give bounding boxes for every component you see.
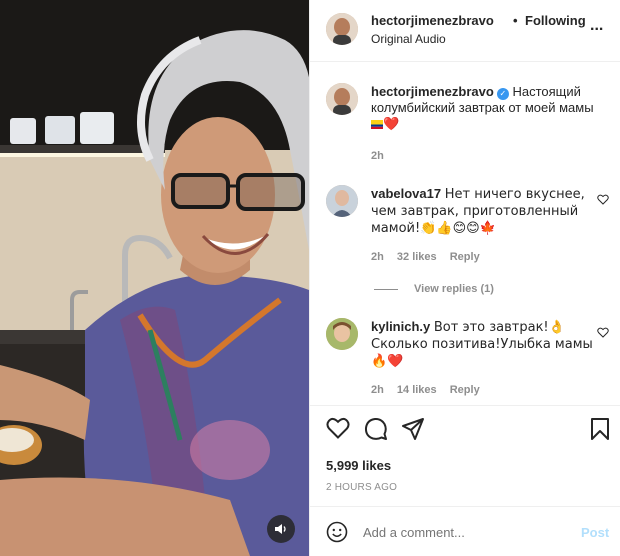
comment-likes-count[interactable]: 32 likes — [397, 251, 437, 263]
reply-button[interactable]: Reply — [450, 384, 480, 396]
commenter-avatar[interactable] — [326, 318, 358, 350]
likes-count[interactable]: 5,999 likes — [326, 458, 391, 473]
comment-username[interactable]: kylinich.y — [371, 319, 430, 334]
comment-like-heart-icon[interactable] — [597, 194, 609, 205]
view-replies-button[interactable]: View replies (1) — [374, 283, 494, 295]
comment-text-block: kylinich.y Вот это завтрак!👌 Сколько поз… — [371, 319, 611, 370]
author-photo — [326, 13, 358, 45]
audio-link[interactable]: Original Audio — [371, 32, 446, 46]
comments-list[interactable]: hectorjimenezbravo ✓ Настоящий колумбийск… — [310, 63, 620, 405]
separator-dot: • — [513, 13, 518, 28]
post-timestamp: 2 HOURS AGO — [326, 482, 398, 493]
view-replies-label: View replies (1) — [414, 283, 494, 295]
add-comment-bar: Post — [310, 506, 620, 556]
comment-like-heart-icon[interactable] — [597, 327, 609, 338]
caption-time: 2h — [371, 150, 384, 162]
comment-text-block: vabelova17 Нет ничего вкуснее, чем завтр… — [371, 186, 611, 237]
colombia-flag-icon — [371, 120, 383, 129]
post-header: hectorjimenezbravo • Following Original … — [310, 0, 620, 62]
reply-button[interactable]: Reply — [450, 251, 480, 263]
commenter-avatar[interactable] — [326, 185, 358, 217]
verified-badge-icon: ✓ — [496, 88, 509, 100]
emoji-smiley-icon[interactable] — [326, 521, 348, 543]
comment-meta: 2h 32 likes Reply — [371, 251, 490, 263]
comment-username[interactable]: vabelova17 — [371, 186, 441, 201]
comment-bubble-icon[interactable] — [364, 417, 388, 441]
speaker-icon — [275, 524, 286, 534]
comment-time: 2h — [371, 384, 384, 396]
video-frame — [0, 0, 309, 556]
post-video[interactable] — [0, 0, 309, 556]
author-avatar[interactable] — [326, 13, 358, 45]
more-options-button[interactable]: ... — [590, 17, 603, 35]
post-side-panel: hectorjimenezbravo • Following Original … — [309, 0, 620, 556]
following-button[interactable]: Following — [525, 13, 586, 28]
author-username[interactable]: hectorjimenezbravo — [371, 13, 494, 28]
comment-meta: 2h 14 likes Reply — [371, 384, 490, 396]
replies-divider — [374, 288, 398, 290]
audio-toggle-button[interactable] — [267, 515, 295, 543]
caption-author-avatar[interactable] — [326, 83, 358, 115]
caption-text-block: hectorjimenezbravo ✓ Настоящий колумбийск… — [371, 84, 611, 133]
comment-likes-count[interactable]: 14 likes — [397, 384, 437, 396]
comment-time: 2h — [371, 251, 384, 263]
author-photo — [326, 83, 358, 115]
caption-emoji: ❤️ — [383, 117, 400, 132]
commenter-photo — [326, 185, 358, 217]
save-bookmark-icon[interactable] — [590, 417, 610, 441]
caption-username[interactable]: hectorjimenezbravo — [371, 84, 494, 99]
share-paper-plane-icon[interactable] — [401, 417, 425, 441]
add-comment-input[interactable] — [363, 525, 563, 540]
post-actions: 5,999 likes 2 HOURS AGO — [310, 405, 620, 505]
commenter-photo — [326, 318, 358, 350]
post-comment-button[interactable]: Post — [581, 525, 609, 540]
like-heart-icon[interactable] — [326, 417, 350, 439]
